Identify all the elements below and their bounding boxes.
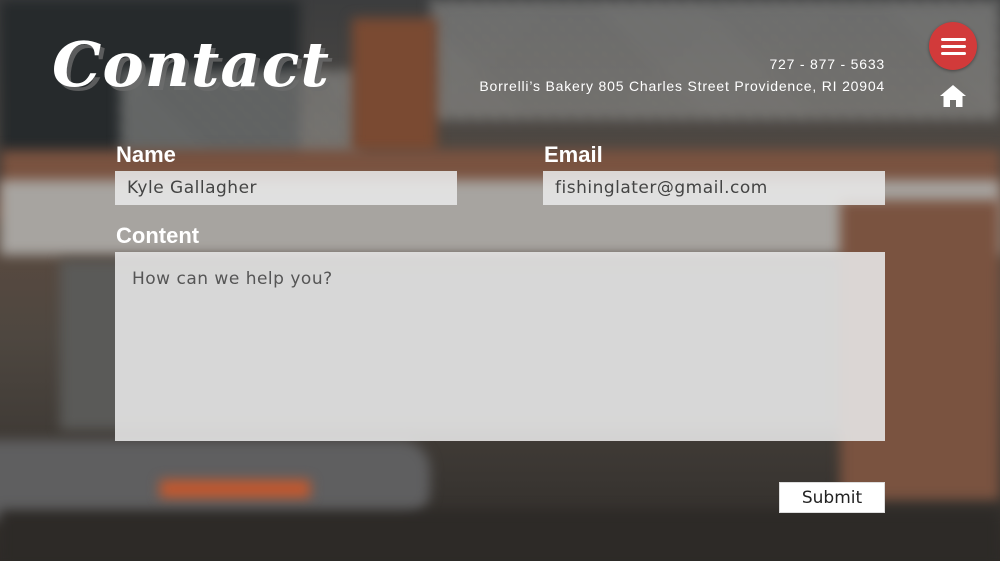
contact-info: 727 - 877 - 5633 Borrelli’s Bakery 805 C… [479,53,885,97]
home-icon[interactable] [939,84,967,108]
content-textarea[interactable]: How can we help you? [115,252,885,441]
email-field[interactable]: fishinglater@gmail.com [543,171,885,205]
submit-button[interactable]: Submit [779,482,885,513]
address: Borrelli’s Bakery 805 Charles Street Pro… [479,78,885,94]
name-label: Name [116,142,176,167]
email-label: Email [544,142,603,167]
name-field[interactable]: Kyle Gallagher [115,171,457,205]
phone-number: 727 - 877 - 5633 [769,56,885,72]
content-label: Content [116,223,200,248]
page-title: Contact [52,28,330,101]
menu-button[interactable] [929,22,977,70]
hamburger-menu-icon [940,37,966,41]
